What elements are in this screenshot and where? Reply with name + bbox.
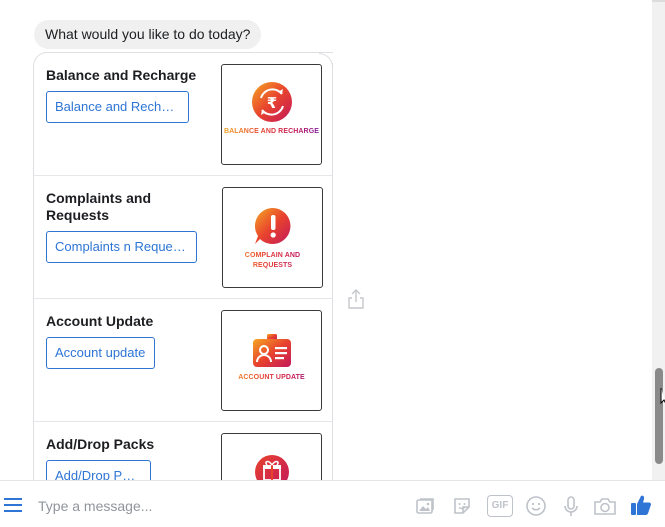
card-title: Balance and Recharge [46,67,197,83]
card-account-update: Account Update Account update ACCOUNT UP… [34,299,333,422]
carousel-card-list: Balance and Recharge Balance and Recharg… [33,52,333,480]
gift-box-icon [254,455,289,480]
card-image [221,433,322,480]
message-input[interactable] [38,495,398,517]
card-title: Account Update [46,313,154,329]
card-image: ₹ BALANCE AND RECHARGE [221,64,322,165]
card-title: Add/Drop Packs [46,436,155,452]
gif-icon[interactable]: GIF [487,495,513,517]
image-caption-line1: COMPLAIN AND [223,252,322,259]
card-balance-recharge: Balance and Recharge Balance and Recharg… [34,53,333,176]
image-caption-line2: REQUESTS [223,262,322,269]
id-card-icon [252,334,291,367]
share-icon[interactable] [346,288,366,310]
microphone-icon[interactable] [560,495,582,517]
message-composer: GIF [0,480,665,527]
chat-scrollbar[interactable] [652,0,665,480]
scrollbar-thumb[interactable] [655,368,663,464]
card-add-drop-packs: Add/Drop Packs Add/Drop Pack [34,422,333,480]
camera-icon[interactable] [593,495,617,517]
exclamation-speech-icon [254,207,290,244]
mouse-cursor-icon [660,388,665,405]
card-image: ACCOUNT UPDATE [221,310,322,411]
card-title: Complaints and Requests [46,190,152,223]
image-caption: ACCOUNT UPDATE [222,374,321,381]
account-update-button[interactable]: Account update [46,337,155,369]
thumbs-up-icon[interactable] [629,493,653,517]
emoji-icon[interactable] [525,495,547,517]
card-image: COMPLAIN AND REQUESTS [222,187,323,288]
image-icon[interactable] [414,495,436,517]
sticker-icon[interactable] [451,495,473,517]
image-caption: BALANCE AND RECHARGE [223,128,320,135]
balance-recharge-button[interactable]: Balance and Recharge [46,91,189,123]
bot-message-bubble: What would you like to do today? [34,20,262,49]
add-drop-pack-button[interactable]: Add/Drop Pack [46,460,151,480]
chat-area: What would you like to do today? Balance… [0,0,652,480]
svg-text:₹: ₹ [266,94,276,112]
menu-icon[interactable] [4,497,22,513]
card-complaints-requests: Complaints and Requests Complaints n Req… [34,176,333,299]
complaints-requests-button[interactable]: Complaints n Request... [46,231,197,263]
rupee-refresh-icon: ₹ [251,82,292,122]
